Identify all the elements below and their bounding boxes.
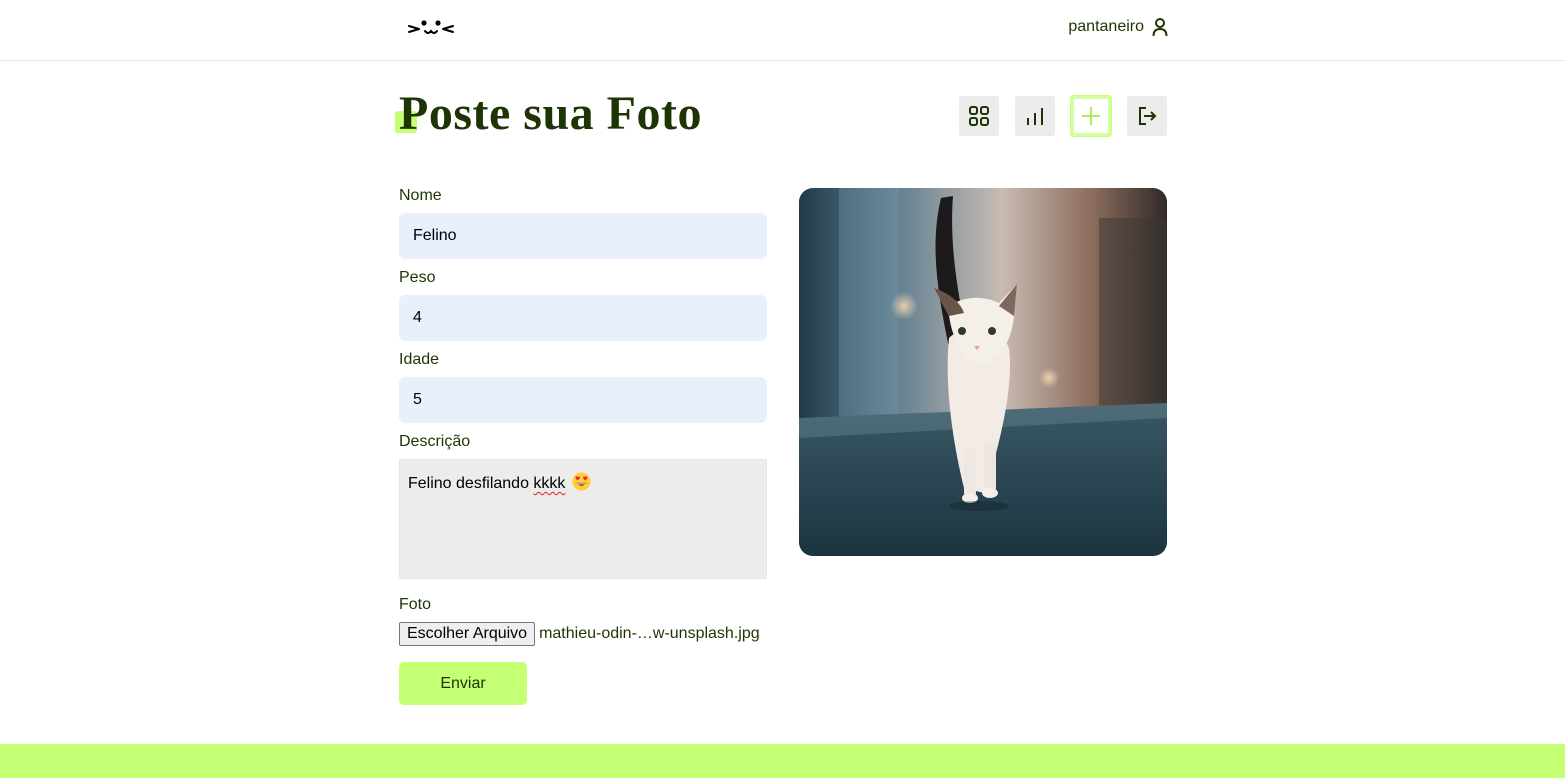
grid-icon — [969, 106, 989, 126]
peso-input[interactable]: 4 — [399, 295, 767, 341]
descricao-textarea[interactable]: Felino desfilando kkkk — [399, 459, 767, 579]
choose-file-button[interactable]: Escolher Arquivo — [399, 622, 536, 646]
cat-face-logo[interactable] — [407, 18, 455, 40]
descricao-label: Descrição — [399, 433, 471, 450]
username: pantaneiro — [1068, 18, 1144, 35]
photo-preview — [799, 188, 1167, 556]
nome-label: Nome — [399, 187, 442, 204]
peso-label: Peso — [399, 269, 436, 286]
nome-value: Felino — [413, 227, 457, 244]
stats-button[interactable] — [1015, 96, 1055, 136]
descricao-text: Felino desfilando — [408, 475, 534, 492]
logout-icon — [1139, 107, 1157, 125]
bar-chart-icon — [1027, 108, 1043, 125]
user-icon — [1152, 18, 1168, 37]
peso-value: 4 — [413, 309, 422, 326]
logout-button[interactable] — [1127, 96, 1167, 136]
plus-icon — [1082, 107, 1100, 125]
heart-eyes-emoji-icon — [572, 472, 591, 491]
site-footer — [0, 744, 1565, 778]
foto-label: Foto — [399, 596, 432, 613]
post-photo-button[interactable] — [1071, 96, 1111, 136]
file-input: Escolher Arquivo mathieu-odin-…w-unsplas… — [399, 622, 767, 646]
idade-label: Idade — [399, 351, 440, 368]
idade-value: 5 — [413, 391, 422, 408]
user-profile-link[interactable]: pantaneiro — [1068, 17, 1168, 37]
idade-input[interactable]: 5 — [399, 377, 767, 423]
submit-button[interactable]: Enviar — [399, 662, 527, 705]
nome-input[interactable]: Felino — [399, 213, 767, 259]
selected-file-name: mathieu-odin-…w-unsplash.jpg — [539, 625, 760, 642]
cat-photo-image — [799, 188, 1167, 556]
site-header: pantaneiro — [0, 0, 1565, 61]
account-nav — [959, 96, 1167, 136]
descricao-misspelled-word: kkkk — [533, 475, 566, 492]
feed-button[interactable] — [959, 96, 999, 136]
page-title: Poste sua Foto — [399, 87, 702, 140]
page-title-block: Poste sua Foto — [395, 82, 702, 146]
post-photo-form: Nome Felino Peso 4 Idade 5 Descrição Fel… — [399, 186, 767, 705]
